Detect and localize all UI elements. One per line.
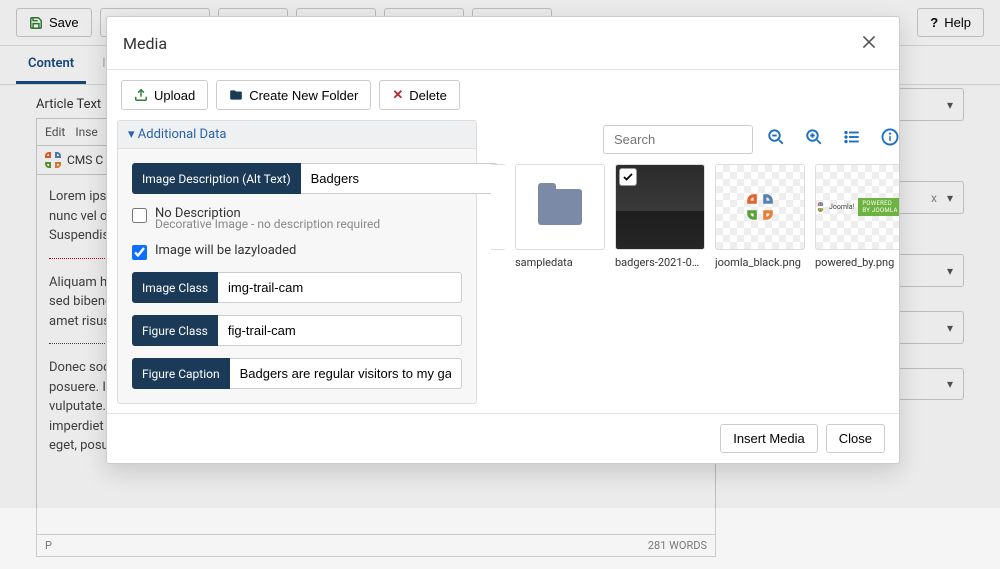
word-count: 281 WORDS	[648, 539, 707, 552]
close-button[interactable]: Close	[826, 424, 885, 453]
no-description-sublabel: Decorative Image - no description requir…	[155, 217, 462, 231]
figure-class-label: Figure Class	[132, 315, 218, 346]
thumb-label: sampledata	[515, 256, 605, 269]
close-icon[interactable]	[855, 29, 883, 57]
figure-caption-field: Figure Caption	[132, 358, 462, 389]
editor-path: P	[45, 539, 52, 552]
search-input[interactable]	[603, 125, 753, 154]
delete-button[interactable]: ✕ Delete	[379, 80, 459, 110]
lazyload-label: Image will be lazyloaded	[155, 243, 296, 258]
delete-label: Delete	[409, 88, 447, 103]
figure-class-input[interactable]	[218, 315, 462, 346]
alt-text-field: Image Description (Alt Text)	[132, 163, 462, 194]
selected-check-icon[interactable]	[619, 168, 637, 186]
upload-button[interactable]: Upload	[121, 80, 208, 110]
folder-icon	[229, 88, 243, 102]
upload-icon	[134, 88, 148, 102]
figure-caption-input[interactable]	[230, 358, 462, 389]
thumbnail-grid: sampledata badgers-2021-05-...	[491, 164, 899, 269]
additional-data-toggle[interactable]: ▾ Additional Data	[118, 121, 476, 149]
thumb-label: powered_by.png	[815, 256, 899, 269]
thumb-label: badgers-2021-05-...	[615, 256, 705, 269]
folder-sampledata[interactable]: sampledata	[515, 164, 605, 269]
image-class-label: Image Class	[132, 272, 218, 303]
no-description-checkbox[interactable]	[132, 208, 147, 223]
thumb-clip	[491, 164, 505, 269]
alt-text-input[interactable]	[301, 163, 498, 194]
delete-icon: ✕	[392, 87, 403, 103]
image-powered-by[interactable]: Joomla! POWERED BY JOOMLA powered_by.png	[815, 164, 899, 269]
upload-label: Upload	[154, 88, 195, 103]
alt-text-label: Image Description (Alt Text)	[132, 163, 301, 194]
additional-data-label: Additional Data	[138, 127, 227, 142]
image-joomla-black[interactable]: joomla_black.png	[715, 164, 805, 269]
insert-media-label: Insert Media	[733, 431, 805, 446]
figure-caption-label: Figure Caption	[132, 358, 230, 389]
list-view-icon[interactable]	[837, 124, 867, 154]
lazyload-row[interactable]: Image will be lazyloaded	[132, 243, 462, 260]
modal-header: Media	[107, 17, 899, 70]
joomla-icon	[747, 194, 773, 220]
editor-footer: P 281 WORDS	[36, 535, 716, 557]
folder-icon	[538, 189, 582, 225]
modal-body: ▾ Additional Data Image Description (Alt…	[107, 120, 899, 413]
close-label: Close	[839, 431, 872, 446]
insert-media-button[interactable]: Insert Media	[720, 424, 818, 453]
new-folder-label: Create New Folder	[249, 88, 358, 103]
modal-footer: Insert Media Close	[107, 413, 899, 463]
zoom-out-icon[interactable]	[761, 124, 791, 154]
modal-toolbar: Upload Create New Folder ✕ Delete	[107, 70, 899, 120]
image-badgers[interactable]: badgers-2021-05-...	[615, 164, 705, 269]
figure-class-field: Figure Class	[132, 315, 462, 346]
image-class-input[interactable]	[218, 272, 462, 303]
additional-data-panel: ▾ Additional Data Image Description (Alt…	[107, 120, 477, 413]
modal-title: Media	[123, 34, 167, 53]
lazyload-checkbox[interactable]	[132, 245, 147, 260]
media-browser: sampledata badgers-2021-05-...	[477, 120, 899, 413]
folder-thumb[interactable]	[491, 164, 505, 250]
new-folder-button[interactable]: Create New Folder	[216, 80, 371, 110]
thumb-label: joomla_black.png	[715, 256, 805, 269]
zoom-in-icon[interactable]	[799, 124, 829, 154]
info-icon[interactable]	[875, 124, 899, 154]
media-modal: Media Upload Create New Folder ✕ Delete	[106, 16, 900, 464]
triangle-down-icon: ▾	[128, 127, 135, 142]
powered-by-preview: Joomla! POWERED BY JOOMLA	[816, 198, 899, 216]
browser-toolbar	[491, 120, 899, 164]
image-class-field: Image Class	[132, 272, 462, 303]
